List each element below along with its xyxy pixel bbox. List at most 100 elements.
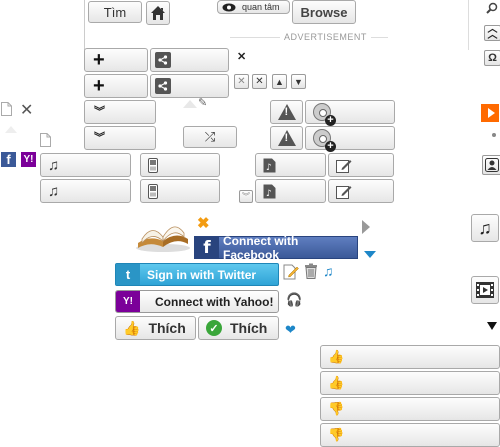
- phone-button[interactable]: [140, 179, 220, 203]
- disc-add-icon: [313, 129, 336, 152]
- user-card-button[interactable]: [482, 155, 500, 175]
- close-icon[interactable]: ✕: [237, 50, 246, 63]
- user-card-icon: [485, 158, 499, 172]
- mobile-phone-icon: [148, 157, 158, 173]
- yahoo-connect-button[interactable]: Y! Connect with Yahoo!: [115, 290, 279, 313]
- twitter-signin-button[interactable]: t Sign in with Twitter: [115, 263, 279, 286]
- arrow-down-button[interactable]: ▼: [291, 74, 306, 89]
- edit-note-button[interactable]: [328, 179, 394, 203]
- edit-note-button[interactable]: [328, 153, 394, 177]
- music-button[interactable]: ♫: [40, 153, 131, 177]
- shuffle-button[interactable]: ⤮: [183, 126, 237, 148]
- music-note-icon: ♫: [48, 182, 60, 200]
- edit-document-icon[interactable]: [283, 264, 299, 280]
- arrow-up-icon: ▲: [275, 76, 284, 87]
- facebook-connect-label: Connect with Facebook: [223, 233, 299, 262]
- small-dot: [492, 133, 496, 137]
- double-chevron-down-icon: ︾: [94, 131, 105, 144]
- twitter-icon: t: [116, 264, 140, 285]
- add-button[interactable]: +: [84, 48, 148, 72]
- close-orange-icon[interactable]: ✖: [197, 216, 210, 231]
- like-button[interactable]: 👍 Thích: [115, 316, 196, 340]
- share-button[interactable]: [150, 74, 229, 98]
- add-button[interactable]: +: [84, 74, 148, 98]
- corner-arrow-icon: [364, 251, 376, 258]
- share-button[interactable]: [150, 48, 229, 72]
- phone-button[interactable]: [140, 153, 220, 177]
- omega-button[interactable]: Ω: [484, 50, 500, 66]
- search-button[interactable]: Tìm: [88, 1, 142, 23]
- warning-button[interactable]: [270, 100, 303, 124]
- music-file-icon: ♪: [263, 184, 276, 199]
- thumbs-up-icon: 👍: [328, 375, 345, 390]
- thumbs-down-button[interactable]: 👎: [320, 423, 500, 447]
- separator-line: [84, 0, 85, 50]
- warning-button[interactable]: [270, 126, 303, 150]
- triangle-up-icon: [183, 100, 197, 108]
- add-disc-button[interactable]: [305, 100, 395, 126]
- music-blue-icon[interactable]: ♫: [323, 263, 334, 279]
- thumbs-up-button[interactable]: 👍: [320, 371, 500, 395]
- music-note-icon: ♫: [478, 217, 492, 238]
- double-chevron-down-icon: ︾: [242, 192, 250, 201]
- search-button-label: Tìm: [103, 4, 127, 20]
- share-icon: [155, 78, 171, 94]
- plus-icon: +: [93, 75, 105, 97]
- check-circle-icon: ✓: [206, 320, 222, 336]
- thumbs-down-icon: 👎: [328, 427, 345, 442]
- thumbs-up-button[interactable]: 👍: [320, 345, 500, 369]
- yahoo-small-icon[interactable]: Y!: [21, 152, 36, 167]
- scroll-top-button[interactable]: ︿ ︿: [484, 25, 500, 41]
- trash-icon[interactable]: [304, 263, 318, 279]
- yahoo-icon: Y!: [116, 291, 140, 312]
- play-icon: [487, 108, 495, 118]
- pencil-icon[interactable]: ✎: [198, 96, 207, 109]
- close-icon[interactable]: ✕: [20, 100, 33, 120]
- mobile-phone-icon: [148, 183, 158, 199]
- expand-button[interactable]: ︾: [84, 100, 156, 124]
- double-chevron-up-icon: ︿ ︿: [487, 24, 498, 41]
- home-button[interactable]: [146, 1, 170, 25]
- arrow-up-button[interactable]: ▲: [272, 74, 287, 89]
- dropdown-triangle-icon[interactable]: [487, 322, 497, 330]
- edit-note-icon: [336, 159, 352, 173]
- watch-button[interactable]: quan tâm: [217, 0, 290, 14]
- plus-icon: +: [93, 49, 105, 71]
- close-icon: ✕: [255, 76, 264, 87]
- music-file-icon: ♪: [263, 158, 276, 173]
- triangle-up-icon: [5, 126, 17, 133]
- document-icon: [40, 133, 51, 147]
- play-orange-button[interactable]: [481, 104, 499, 122]
- music-file-button[interactable]: ♪: [255, 153, 326, 177]
- add-disc-button[interactable]: [305, 126, 395, 152]
- film-button[interactable]: [471, 276, 499, 304]
- music-note-icon: ♫: [48, 156, 60, 174]
- expand-button[interactable]: ︾: [84, 126, 156, 150]
- advertisement-label: ADVERTISEMENT: [280, 32, 371, 42]
- thumbs-down-button[interactable]: 👎: [320, 397, 500, 421]
- browse-button[interactable]: Browse: [292, 0, 356, 24]
- close-box-button[interactable]: ✕: [234, 74, 249, 89]
- music-button-right[interactable]: ♫: [471, 214, 499, 242]
- magnifier-icon[interactable]: [486, 2, 498, 14]
- close-icon: ✕: [237, 76, 246, 87]
- music-button[interactable]: ♫: [40, 179, 131, 203]
- thumbs-up-icon: 👍: [328, 349, 345, 364]
- like-check-label: Thích: [230, 320, 268, 336]
- like-label: Thích: [148, 320, 186, 336]
- facebook-connect-button[interactable]: f Connect with Facebook: [194, 233, 358, 262]
- document-icon: [1, 102, 12, 116]
- heart-icon[interactable]: ❤: [285, 322, 296, 338]
- collapse-button[interactable]: ︾: [239, 190, 253, 203]
- warning-icon: [277, 130, 296, 146]
- yahoo-connect-label: Connect with Yahoo!: [155, 294, 274, 309]
- facebook-small-icon[interactable]: f: [1, 152, 16, 167]
- play-grey-icon[interactable]: [362, 220, 370, 234]
- double-chevron-down-icon: ︾: [94, 105, 105, 118]
- close-box-button[interactable]: ✕: [252, 74, 267, 89]
- music-file-button[interactable]: ♪: [255, 179, 326, 203]
- arrow-down-icon: ▼: [294, 76, 303, 87]
- share-icon: [155, 52, 171, 68]
- like-check-button[interactable]: ✓ Thích: [198, 316, 279, 340]
- headphones-icon[interactable]: 🎧: [286, 292, 302, 308]
